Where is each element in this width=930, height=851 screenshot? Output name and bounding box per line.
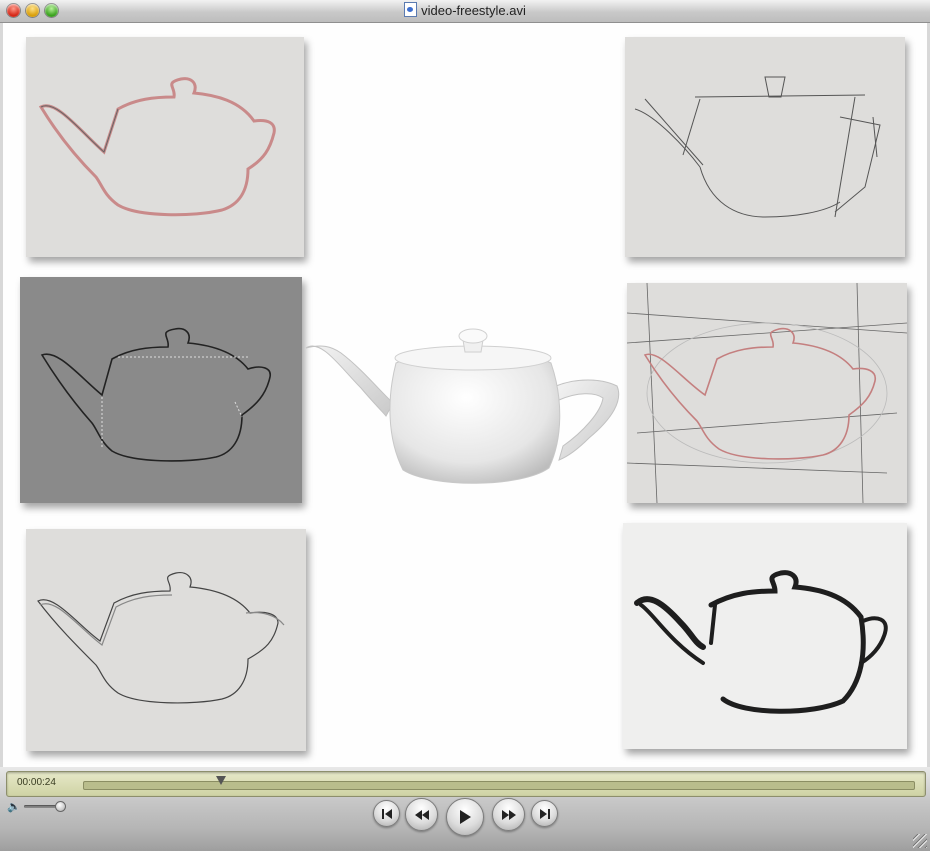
rendered-teapot-image (305, 328, 620, 484)
fast-forward-button[interactable] (492, 798, 525, 831)
rewind-button[interactable] (405, 798, 438, 831)
window-title: video-freestyle.avi (421, 3, 526, 18)
timecode: 00:00:24 (17, 777, 56, 788)
go-to-end-button[interactable] (531, 800, 558, 827)
go-to-start-button[interactable] (373, 800, 400, 827)
sketch-panel-outline-red (26, 37, 304, 257)
playback-controller: 00:00:24 🔈 (0, 767, 930, 851)
go-to-start-icon (381, 808, 392, 819)
playhead[interactable] (215, 776, 226, 785)
sketch-panel-ink (623, 523, 907, 749)
sketch-panel-grid-red (627, 283, 907, 503)
play-icon (460, 810, 471, 824)
sketch-panel-hatched-dark (20, 277, 302, 503)
video-frame[interactable] (3, 23, 927, 767)
go-to-end-icon (539, 808, 550, 819)
resize-handle[interactable] (913, 834, 927, 848)
rewind-icon (414, 809, 429, 820)
sketch-panel-pencil (26, 529, 306, 751)
document-icon (404, 2, 418, 17)
lcd-display: 00:00:24 (6, 771, 926, 797)
play-button[interactable] (446, 798, 484, 836)
fast-forward-icon (501, 809, 516, 820)
sketch-panel-construction (625, 37, 905, 257)
title-bar: video-freestyle.avi (0, 0, 930, 23)
volume-knob[interactable] (55, 801, 66, 812)
scrubber-track[interactable] (83, 776, 915, 790)
volume-icon: 🔈 (7, 801, 21, 813)
